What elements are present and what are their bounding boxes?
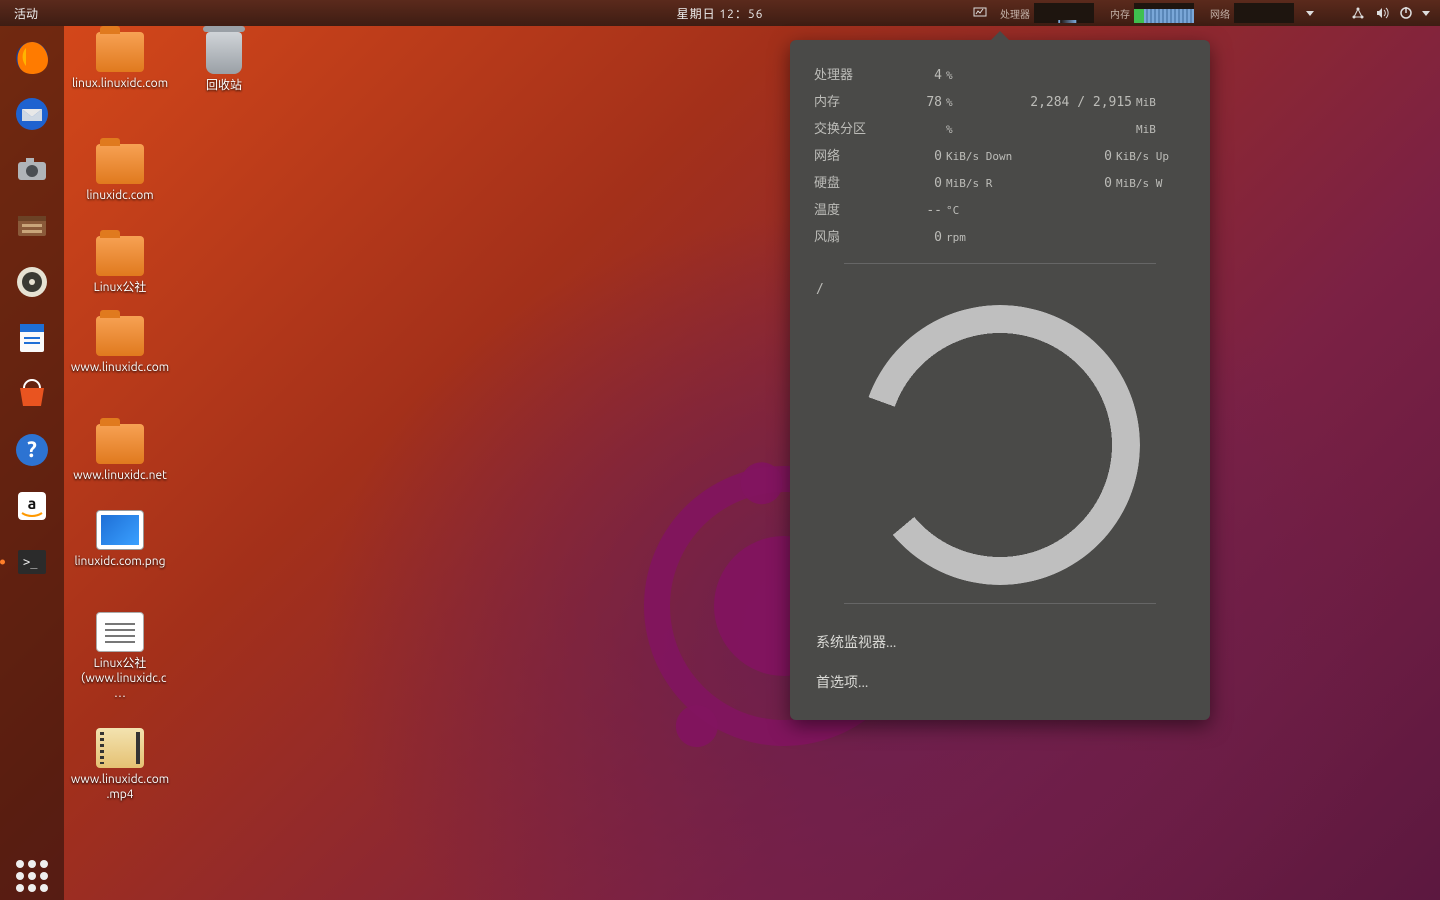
net-graph [1234,3,1294,23]
mount-label: / [816,282,1186,297]
dock-software[interactable] [8,370,56,418]
mem-graph [1134,3,1194,23]
desktop-icon[interactable]: linuxidc.com [70,144,170,203]
dock-help[interactable]: ? [8,426,56,474]
desktop-icon[interactable]: www.linuxidc.net [70,424,170,483]
chevron-down-icon[interactable] [1422,11,1430,16]
mem-monitor[interactable]: 内存 [1106,0,1198,26]
stat-row-swap: 交换分区 % MiB [814,118,1186,137]
stat-row-temp: 温度 -- °C [814,199,1186,218]
monitor-icon[interactable] [972,5,988,21]
dock-firefox[interactable] [8,34,56,82]
desktop[interactable]: linux.linuxidc.com linuxidc.com Linux公社 … [64,26,1440,900]
system-monitor-popover: 处理器 4 % 内存 78 % 2,284 / 2,915 MiB 交换分区 %… [790,40,1210,720]
chevron-down-icon[interactable] [1306,11,1314,16]
stat-row-fan: 风扇 0 rpm [814,226,1186,245]
stat-row-mem: 内存 78 % 2,284 / 2,915 MiB [814,91,1186,110]
stats-table: 处理器 4 % 内存 78 % 2,284 / 2,915 MiB 交换分区 %… [814,64,1186,245]
top-bar: 活动 星期日 12：56 处理器 内存 网络 [0,0,1440,26]
stat-row-cpu: 处理器 4 % [814,64,1186,83]
desktop-icon[interactable]: www.linuxidc.com [70,316,170,375]
folder-icon [96,424,144,464]
desktop-icon[interactable]: linux.linuxidc.com [70,32,170,91]
svg-text:>_: >_ [23,555,38,569]
mem-monitor-label: 内存 [1110,6,1130,21]
separator [844,603,1156,604]
cpu-monitor[interactable]: 处理器 [996,0,1098,26]
trash-glyph [206,32,242,74]
stat-row-net: 网络 0 KiB/s Down 0 KiB/s Up [814,145,1186,164]
power-icon[interactable] [1398,5,1414,21]
desktop-icon[interactable]: Linux公社（www.linuxidc.c… [70,612,170,701]
cpu-monitor-label: 处理器 [1000,6,1030,21]
dock-writer[interactable] [8,314,56,362]
dock-thunderbird[interactable] [8,90,56,138]
dock: ? a >_ [0,26,64,900]
preferences-link[interactable]: 首选项... [814,662,1186,702]
net-monitor[interactable]: 网络 [1206,0,1298,26]
folder-icon [96,32,144,72]
network-icon[interactable] [1350,5,1366,21]
svg-text:?: ? [27,437,37,462]
desktop-icon[interactable]: Linux公社 [70,236,170,295]
grid-icon [16,860,48,892]
folder-icon [96,316,144,356]
show-apps-button[interactable] [8,852,56,900]
clock[interactable]: 星期日 12：56 [677,5,764,22]
dock-rhythmbox[interactable] [8,258,56,306]
desktop-icon[interactable]: linuxidc.com.png [70,510,170,569]
dock-shotwell[interactable] [8,146,56,194]
separator [844,263,1156,264]
dock-files[interactable] [8,202,56,250]
trash-icon[interactable]: 回收站 [174,32,274,93]
folder-icon [96,236,144,276]
volume-icon[interactable] [1374,5,1390,21]
system-tray: 处理器 内存 网络 [972,0,1440,26]
open-system-monitor-link[interactable]: 系统监视器... [814,622,1186,662]
video-file-icon [96,728,144,768]
stat-row-disk: 硬盘 0 MiB/s R 0 MiB/s W [814,172,1186,191]
desktop-icon[interactable]: www.linuxidc.com.mp4 [70,728,170,802]
cpu-graph [1034,3,1094,23]
net-monitor-label: 网络 [1210,6,1230,21]
disk-usage-chart [860,305,1140,585]
svg-text:a: a [28,495,37,513]
dock-terminal[interactable]: >_ [8,538,56,586]
folder-icon [96,144,144,184]
activities-button[interactable]: 活动 [0,0,52,26]
dock-amazon[interactable]: a [8,482,56,530]
image-file-icon [96,510,144,550]
text-file-icon [96,612,144,652]
